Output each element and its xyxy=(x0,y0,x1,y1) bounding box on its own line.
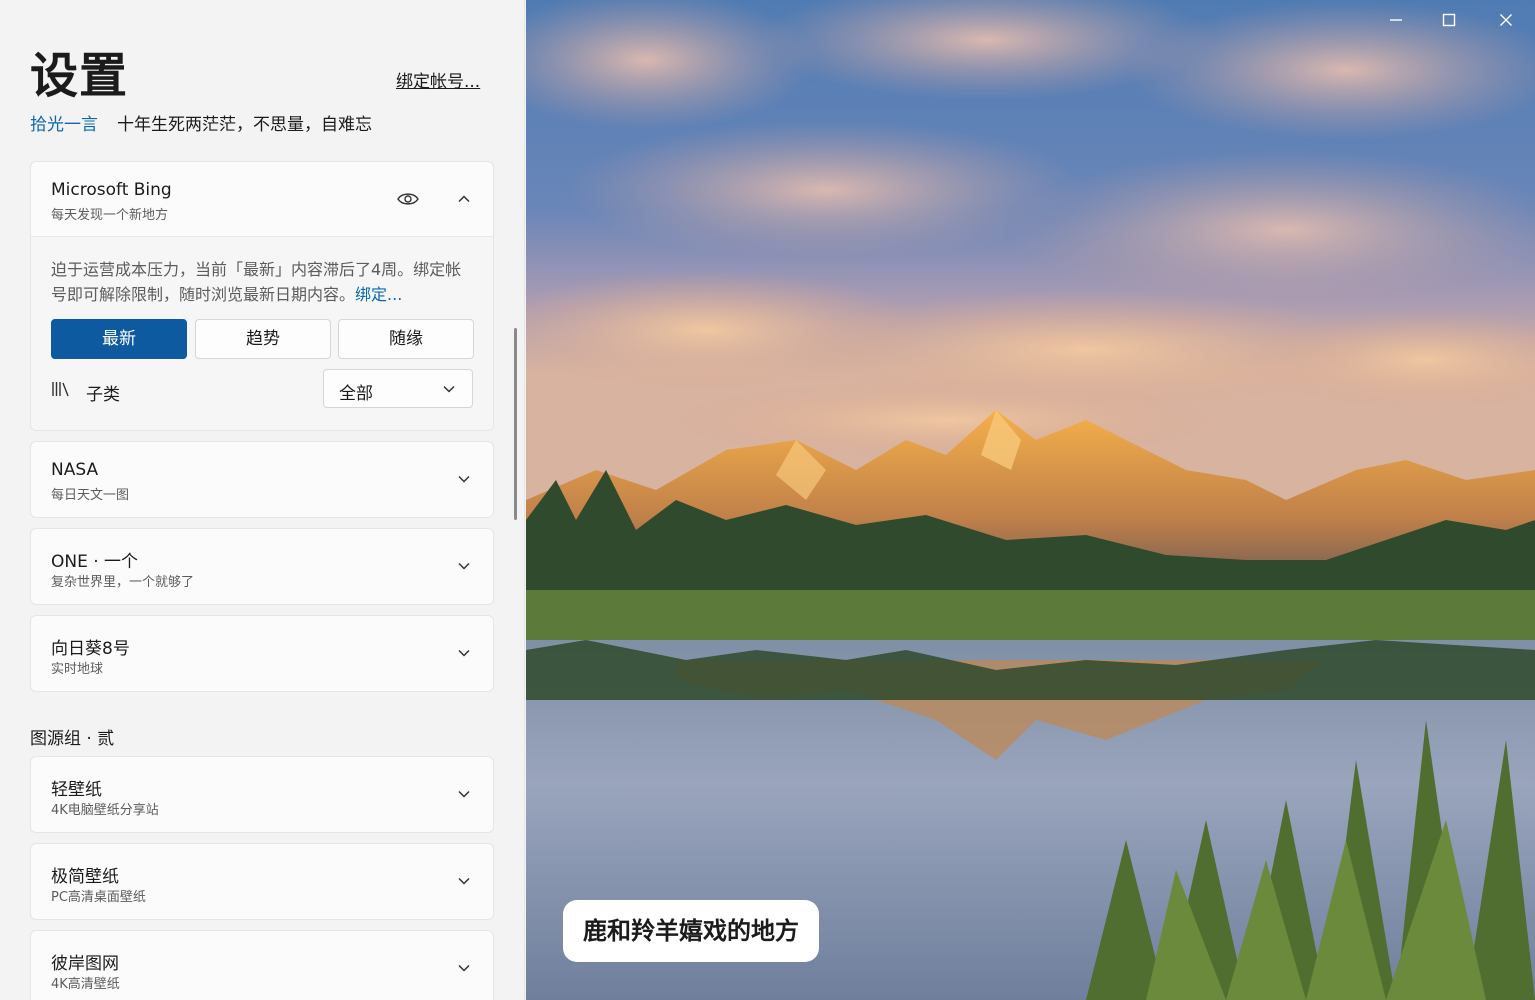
chevron-down-icon[interactable] xyxy=(457,874,471,888)
source-title: 彼岸图网 xyxy=(51,954,119,974)
source-card-header[interactable]: ONE · 一个 复杂世界里，一个就够了 xyxy=(31,529,493,604)
subcategory-dropdown[interactable]: 全部 xyxy=(323,369,473,408)
source-card-header[interactable]: 彼岸图网 4K高清壁纸 xyxy=(31,931,493,1000)
notice-bind-link[interactable]: 绑定... xyxy=(355,285,402,304)
source-card-qingbizhi[interactable]: 轻壁纸 4K电脑壁纸分享站 xyxy=(30,756,494,833)
chevron-down-icon[interactable] xyxy=(457,961,471,975)
source-title: 向日葵8号 xyxy=(51,639,130,659)
source-subtitle: 每天发现一个新地方 xyxy=(51,208,169,223)
maximize-icon[interactable] xyxy=(1437,8,1461,32)
tab-trending[interactable]: 趋势 xyxy=(195,319,331,359)
source-title: 极简壁纸 xyxy=(51,867,119,887)
source-card-bing: Microsoft Bing 每天发现一个新地方 迫于运营成本压力，当前「最新」… xyxy=(30,161,494,431)
source-card-header[interactable]: 向日葵8号 实时地球 xyxy=(31,616,493,691)
source-card-one[interactable]: ONE · 一个 复杂世界里，一个就够了 xyxy=(30,528,494,605)
source-subtitle: 4K高清壁纸 xyxy=(51,977,120,992)
source-title: Microsoft Bing xyxy=(51,180,172,200)
tab-latest[interactable]: 最新 xyxy=(51,319,187,359)
chevron-down-icon[interactable] xyxy=(457,787,471,801)
source-subtitle: 4K电脑壁纸分享站 xyxy=(51,803,159,818)
source-card-header[interactable]: 极简壁纸 PC高清桌面壁纸 xyxy=(31,844,493,919)
wallpaper-preview: 鹿和羚羊嬉戏的地方 xyxy=(526,0,1535,1000)
chevron-down-icon[interactable] xyxy=(457,472,471,486)
source-card-header[interactable]: Microsoft Bing 每天发现一个新地方 xyxy=(31,162,493,237)
quote-text: 十年生死两茫茫，不思量，自难忘 xyxy=(117,115,372,135)
close-icon[interactable] xyxy=(1494,8,1518,32)
source-card-header[interactable]: 轻壁纸 4K电脑壁纸分享站 xyxy=(31,757,493,832)
photo-caption: 鹿和羚羊嬉戏的地方 xyxy=(563,900,819,962)
chevron-down-icon[interactable] xyxy=(457,646,471,660)
bind-account-link[interactable]: 绑定帐号... xyxy=(396,67,480,92)
source-title: NASA xyxy=(51,460,99,480)
source-card-body: 迫于运营成本压力，当前「最新」内容滞后了4周。绑定帐号即可解除限制，随时浏览最新… xyxy=(31,237,493,430)
panel-scrollbar[interactable] xyxy=(514,328,517,520)
source-card-nasa[interactable]: NASA 每日天文一图 xyxy=(30,441,494,518)
wallpaper-image xyxy=(526,0,1535,1000)
chevron-up-icon[interactable] xyxy=(457,192,471,206)
source-title: ONE · 一个 xyxy=(51,552,139,572)
chevron-down-icon xyxy=(443,385,455,393)
source-title: 轻壁纸 xyxy=(51,780,102,800)
group-two-heading: 图源组 · 贰 xyxy=(30,729,115,749)
minimize-icon[interactable] xyxy=(1384,8,1408,32)
notice-text: 迫于运营成本压力，当前「最新」内容滞后了4周。绑定帐号即可解除限制，随时浏览最新… xyxy=(51,257,471,307)
eye-icon[interactable] xyxy=(397,191,419,207)
source-card-header[interactable]: NASA 每日天文一图 xyxy=(31,442,493,517)
subcategory-label: 子类 xyxy=(86,385,120,405)
source-subtitle: PC高清桌面壁纸 xyxy=(51,890,146,905)
tab-random[interactable]: 随缘 xyxy=(338,319,474,359)
library-icon xyxy=(52,382,69,397)
chevron-down-icon[interactable] xyxy=(457,559,471,573)
page-title: 设置 xyxy=(30,48,129,104)
source-card-jijian[interactable]: 极简壁纸 PC高清桌面壁纸 xyxy=(30,843,494,920)
quote-source-link[interactable]: 拾光一言 xyxy=(30,110,98,135)
subcategory-value: 全部 xyxy=(339,384,373,404)
source-subtitle: 实时地球 xyxy=(51,662,104,677)
source-card-netbian[interactable]: 彼岸图网 4K高清壁纸 xyxy=(30,930,494,1000)
source-subtitle: 每日天文一图 xyxy=(51,488,130,503)
settings-panel: 设置 绑定帐号... 拾光一言 十年生死两茫茫，不思量，自难忘 Microsof… xyxy=(0,0,525,1000)
source-subtitle: 复杂世界里，一个就够了 xyxy=(51,575,195,590)
source-card-himawari[interactable]: 向日葵8号 实时地球 xyxy=(30,615,494,692)
